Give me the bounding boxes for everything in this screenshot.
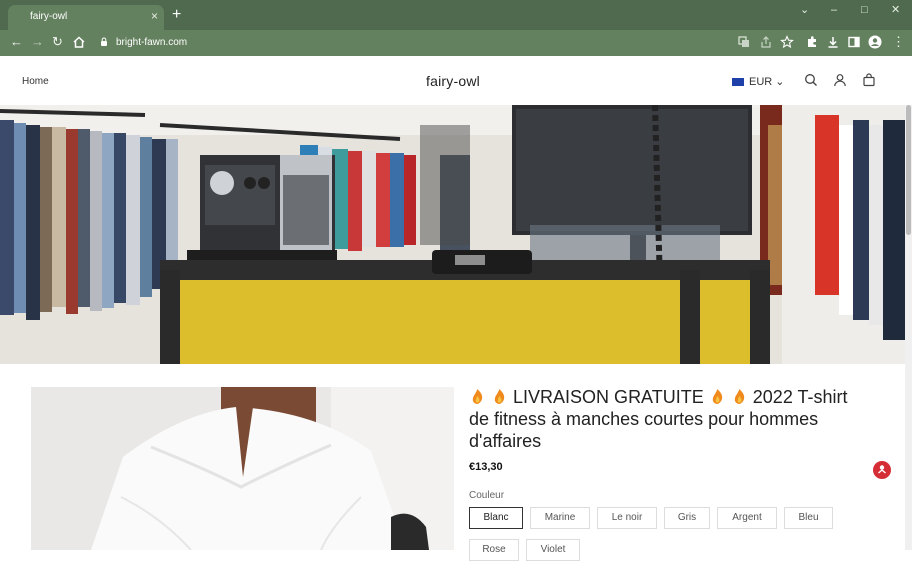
back-icon[interactable]: ←	[10, 35, 23, 49]
side-panel-icon[interactable]	[847, 35, 861, 49]
close-window-button[interactable]: ✕	[891, 3, 900, 17]
color-option-marine[interactable]: Marine	[530, 507, 590, 529]
chat-icon	[878, 465, 886, 474]
address-bar[interactable]: bright-fawn.com	[116, 37, 187, 48]
chevron-down-icon: ⌄	[775, 76, 785, 88]
nav-home-link[interactable]: Home	[22, 76, 49, 87]
color-label: Couleur	[469, 490, 505, 501]
color-option-violet[interactable]: Violet	[526, 539, 580, 561]
new-tab-button[interactable]: +	[172, 7, 181, 23]
chat-widget-button[interactable]	[873, 461, 891, 479]
color-option-argent[interactable]: Argent	[717, 507, 777, 529]
download-icon[interactable]	[826, 35, 840, 49]
home-icon[interactable]	[72, 35, 86, 49]
tab-close-icon[interactable]: ×	[151, 9, 158, 23]
minimize-button[interactable]: –	[831, 3, 837, 17]
page-scrollbar[interactable]	[905, 105, 912, 550]
eu-flag-icon	[732, 78, 744, 87]
color-option-blanc[interactable]: Blanc	[469, 507, 523, 529]
color-option-rose[interactable]: Rose	[469, 539, 519, 561]
scrollbar-thumb[interactable]	[906, 105, 911, 235]
profile-icon[interactable]	[868, 35, 882, 49]
store-brand[interactable]: fairy-owl	[360, 73, 546, 89]
extensions-icon[interactable]	[805, 35, 819, 49]
tab-fairy-owl[interactable]: fairy-owl ×	[8, 5, 164, 30]
color-option-le-noir[interactable]: Le noir	[597, 507, 657, 529]
fire-icon	[734, 389, 744, 404]
share-icon[interactable]	[759, 35, 773, 49]
cart-icon[interactable]	[862, 73, 876, 87]
tab-search-icon[interactable]: ⌄	[800, 3, 809, 17]
menu-dots-icon[interactable]: ⋮	[892, 35, 905, 49]
currency-label: EUR	[749, 76, 773, 88]
reload-icon[interactable]: ↻	[52, 35, 63, 49]
lock-icon[interactable]	[100, 37, 108, 46]
search-icon[interactable]	[804, 73, 818, 87]
color-option-gris[interactable]: Gris	[664, 507, 710, 529]
tab-title: fairy-owl	[30, 11, 68, 22]
currency-selector[interactable]: EUR ⌄	[732, 75, 785, 88]
browser-toolbar: ← → ↻ bright-fawn.com ⋮	[0, 30, 912, 56]
forward-icon[interactable]: →	[31, 35, 44, 49]
fire-icon	[712, 389, 722, 404]
color-option-bleu[interactable]: Bleu	[784, 507, 833, 529]
product-title: LIVRAISON GRATUITE 2022 T-shirt de fitne…	[469, 386, 855, 452]
account-icon[interactable]	[833, 73, 847, 87]
browser-tab-strip: fairy-owl × + ⌄ – □ ✕	[0, 0, 912, 30]
store-hero-image	[0, 105, 905, 364]
fire-icon	[494, 389, 505, 404]
product-price: €13,30	[469, 461, 503, 473]
store-page: Home fairy-owl EUR ⌄ LIVRAISON GRATUITE …	[0, 56, 912, 561]
product-image[interactable]	[31, 387, 454, 550]
fire-icon	[472, 389, 483, 404]
product-title-part1: LIVRAISON GRATUITE	[513, 387, 704, 407]
translate-icon[interactable]	[737, 35, 751, 49]
maximize-button[interactable]: □	[861, 3, 868, 17]
bookmark-star-icon[interactable]	[780, 35, 794, 49]
